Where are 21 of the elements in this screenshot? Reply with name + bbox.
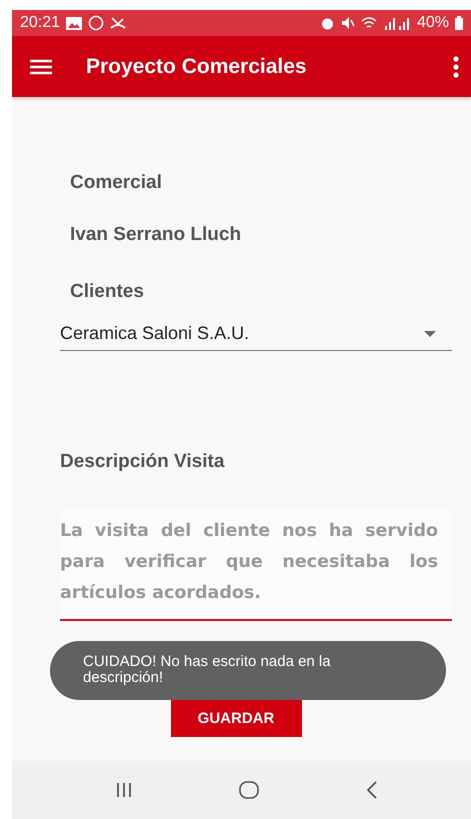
battery-icon [455, 16, 463, 30]
field-label: Clientes [70, 281, 145, 303]
warning-toast: CUIDADO! No has escrito nada en la descripción! [50, 641, 446, 700]
field-label: Comercial [70, 172, 163, 194]
app-title: Proyecto Comerciales [86, 54, 307, 78]
menu-icon[interactable] [30, 58, 52, 74]
missed-call-icon [110, 16, 126, 30]
client-dropdown[interactable]: Ceramica Saloni S.A.U. [60, 323, 452, 351]
wifi-icon [360, 16, 377, 30]
recent-apps-icon[interactable] [116, 782, 132, 798]
salesperson-name: Ivan Serrano Lluch [70, 224, 242, 246]
image-icon [66, 16, 82, 30]
back-icon[interactable] [366, 781, 378, 799]
home-icon[interactable] [238, 781, 258, 799]
field-label: Descripción Visita [60, 451, 226, 473]
dropdown-caret-icon [424, 330, 436, 336]
signal-icon [382, 16, 411, 30]
clock: 20:21 [20, 14, 60, 32]
mute-icon [340, 16, 355, 30]
more-options-icon[interactable] [453, 56, 459, 78]
battery-percentage: 40% [416, 14, 449, 32]
